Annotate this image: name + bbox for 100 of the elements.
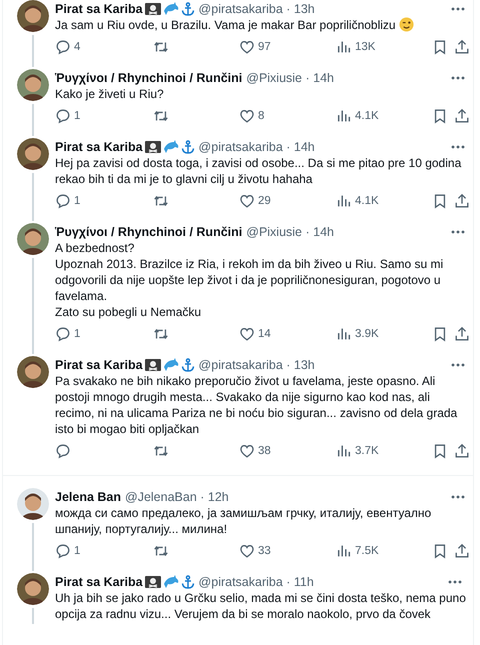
reply-button[interactable]: 1 bbox=[55, 543, 153, 559]
bookmark-icon[interactable] bbox=[432, 193, 448, 209]
share-icon[interactable] bbox=[454, 39, 470, 55]
pirate-flag-icon bbox=[144, 2, 161, 16]
views-button[interactable]: 13K bbox=[336, 39, 432, 55]
like-button[interactable]: 8 bbox=[239, 108, 336, 124]
repost-icon[interactable] bbox=[153, 193, 169, 209]
avatar[interactable] bbox=[17, 356, 49, 388]
share-icon[interactable] bbox=[454, 108, 470, 124]
share-icon[interactable] bbox=[454, 326, 470, 342]
anchor-icon bbox=[180, 574, 195, 588]
heart-icon[interactable] bbox=[239, 193, 255, 209]
reply-button[interactable]: 4 bbox=[55, 39, 153, 55]
winking-face-icon bbox=[398, 17, 414, 32]
dolphin-icon bbox=[162, 574, 179, 588]
user-name[interactable]: Pirat sa Kariba bbox=[55, 2, 143, 16]
heart-icon[interactable] bbox=[239, 543, 255, 559]
anchor-icon bbox=[180, 140, 195, 154]
user-handle[interactable]: @piratsakariba · 14h bbox=[198, 140, 315, 154]
user-handle[interactable]: @Pixiusie · 14h bbox=[246, 224, 334, 238]
views-button[interactable]: 3.7K bbox=[336, 443, 432, 459]
tweet-text: Uh ja bih se jako rado u Grčku selio, mada mi se čini dosta teško, nema puno opcija za radnu vizu... Verujem da bi se moralo naokolo, prvo da čovek bbox=[55, 590, 467, 622]
user-handle[interactable]: @piratsakariba · 11h bbox=[198, 574, 314, 588]
avatar[interactable] bbox=[17, 488, 49, 520]
bookmark-icon[interactable] bbox=[432, 108, 448, 124]
more-icon[interactable] bbox=[450, 230, 466, 234]
bar-chart-icon[interactable] bbox=[336, 326, 352, 342]
like-button[interactable]: 14 bbox=[239, 326, 336, 342]
repost-icon[interactable] bbox=[153, 443, 169, 459]
bar-chart-icon[interactable] bbox=[336, 443, 352, 459]
anchor-icon bbox=[180, 2, 195, 16]
like-button[interactable]: 29 bbox=[239, 193, 336, 209]
tweet-text: Ja sam u Riu ovde, u Brazilu. Vama je makar Bar popriličnoblizu bbox=[55, 17, 467, 33]
pirate-flag-icon bbox=[144, 574, 161, 588]
heart-icon[interactable] bbox=[239, 326, 255, 342]
reply-icon[interactable] bbox=[55, 108, 71, 124]
share-icon[interactable] bbox=[454, 543, 470, 559]
tweet-text: Kako je živeti u Riu? bbox=[55, 86, 165, 102]
repost-icon[interactable] bbox=[153, 326, 169, 342]
like-button[interactable]: 97 bbox=[239, 39, 336, 55]
reply-button[interactable]: 1 bbox=[55, 108, 153, 124]
tweet-text: A bezbednost? Upoznah 2013. Brazilce iz Ria, i rekoh im da bih živeo u Riu. Samo su mi odgovorili da nije uopšte lep život i da je popriličnonesiguran, pogotovo u favelama. Zato su pobegli u Nemačku bbox=[55, 240, 444, 320]
user-name[interactable]: Jelena Ban bbox=[55, 490, 122, 504]
heart-icon[interactable] bbox=[239, 108, 255, 124]
tweet-text: Pa svakako ne bih nikako preporučio život u favelama, jeste opasno. Ali postoji mnogo drugih mesta... Svakako da nije sigurno kao kod nas, ali recimo, ni na ulicama Pariza ne bi noću bio siguran... zavisno od dela grada isto bi mogao biti opljačkan bbox=[55, 373, 458, 437]
bar-chart-icon[interactable] bbox=[336, 193, 352, 209]
reply-button[interactable]: 1 bbox=[55, 193, 153, 209]
repost-icon[interactable] bbox=[153, 39, 169, 55]
user-name[interactable]: Pirat sa Kariba bbox=[55, 358, 143, 372]
more-icon[interactable] bbox=[450, 144, 466, 148]
avatar[interactable] bbox=[17, 69, 49, 101]
user-handle[interactable]: @JelenaBan · 12h bbox=[125, 490, 229, 504]
tweet-text: можда си само предалеко, ја замишљам грчку, италију, евентуално шпанију, португалију... милина! bbox=[55, 505, 432, 537]
user-name[interactable]: Ῥυγχίνοι / Rhynchinoi / Runčini bbox=[55, 224, 242, 238]
user-name[interactable]: Ῥυγχίνοι / Rhynchinoi / Runčini bbox=[55, 70, 242, 84]
reply-icon[interactable] bbox=[55, 543, 71, 559]
like-button[interactable]: 38 bbox=[239, 443, 336, 459]
reply-button[interactable]: 1 bbox=[55, 326, 153, 342]
user-name[interactable]: Pirat sa Kariba bbox=[55, 574, 143, 588]
views-button[interactable]: 3.9K bbox=[336, 326, 432, 342]
dolphin-icon bbox=[162, 140, 179, 154]
repost-icon[interactable] bbox=[153, 108, 169, 124]
heart-icon[interactable] bbox=[239, 443, 255, 459]
pirate-flag-icon bbox=[144, 358, 161, 372]
avatar[interactable] bbox=[17, 0, 49, 32]
views-button[interactable]: 4.1K bbox=[336, 108, 432, 124]
more-icon[interactable] bbox=[447, 580, 463, 584]
share-icon[interactable] bbox=[454, 193, 470, 209]
reply-icon[interactable] bbox=[55, 326, 71, 342]
bar-chart-icon[interactable] bbox=[336, 108, 352, 124]
views-button[interactable]: 7.5K bbox=[336, 543, 432, 559]
reply-icon[interactable] bbox=[55, 443, 71, 459]
views-button[interactable]: 4.1K bbox=[336, 193, 432, 209]
more-icon[interactable] bbox=[450, 494, 466, 498]
heart-icon[interactable] bbox=[239, 39, 255, 55]
avatar[interactable] bbox=[17, 573, 49, 605]
like-button[interactable]: 33 bbox=[239, 543, 336, 559]
avatar[interactable] bbox=[17, 138, 49, 170]
dolphin-icon bbox=[162, 358, 179, 372]
more-icon[interactable] bbox=[450, 76, 466, 80]
more-icon[interactable] bbox=[450, 6, 466, 10]
more-icon[interactable] bbox=[450, 362, 466, 366]
reply-icon[interactable] bbox=[55, 193, 71, 209]
bar-chart-icon[interactable] bbox=[336, 39, 352, 55]
user-handle[interactable]: @piratsakariba · 13h bbox=[198, 358, 315, 372]
avatar[interactable] bbox=[17, 223, 49, 255]
bar-chart-icon[interactable] bbox=[336, 543, 352, 559]
repost-icon[interactable] bbox=[153, 543, 169, 559]
pirate-flag-icon bbox=[144, 140, 161, 154]
tweet-text: Hej pa zavisi od dosta toga, i zavisi od osobe... Da si me pitao pre 10 godina rekao bih ti da mi je to glavni cilj u životu hahaha bbox=[55, 155, 462, 187]
bookmark-icon[interactable] bbox=[432, 543, 448, 559]
share-icon[interactable] bbox=[454, 443, 470, 459]
bookmark-icon[interactable] bbox=[432, 326, 448, 342]
dolphin-icon bbox=[162, 2, 179, 16]
user-name[interactable]: Pirat sa Kariba bbox=[55, 140, 143, 154]
user-handle[interactable]: @piratsakariba · 13h bbox=[198, 2, 315, 16]
bookmark-icon[interactable] bbox=[432, 443, 448, 459]
reply-icon[interactable] bbox=[55, 39, 71, 55]
bookmark-icon[interactable] bbox=[432, 39, 448, 55]
user-handle[interactable]: @Pixiusie · 14h bbox=[246, 70, 334, 84]
